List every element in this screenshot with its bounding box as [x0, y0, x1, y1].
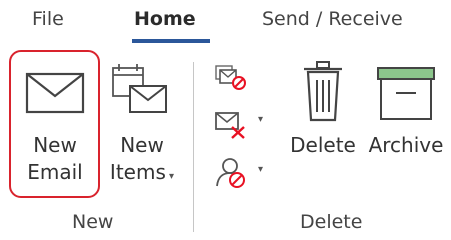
- tab-send-receive[interactable]: Send / Receive: [262, 6, 403, 32]
- new-items-button[interactable]: New Items ▾: [104, 56, 180, 194]
- delete-label: Delete: [290, 133, 356, 157]
- group-label-delete: Delete: [300, 211, 363, 233]
- tab-home[interactable]: Home: [134, 6, 196, 32]
- ignore-button[interactable]: [214, 64, 254, 94]
- clean-up-icon: [215, 112, 245, 139]
- archive-box-icon: [377, 67, 435, 120]
- new-email-highlight: [9, 50, 100, 198]
- chevron-down-icon: ▾: [258, 164, 264, 175]
- tab-file[interactable]: File: [32, 6, 64, 32]
- new-items-label-line2-wrap: Items ▾: [104, 160, 180, 189]
- group-label-new: New: [72, 211, 114, 233]
- active-tab-indicator: [132, 39, 210, 43]
- new-items-icon: [112, 64, 167, 113]
- chevron-down-icon: ▾: [258, 114, 264, 125]
- new-items-label-line2: Items: [109, 160, 166, 184]
- chevron-down-icon: ▾: [165, 171, 175, 182]
- archive-label: Archive: [368, 133, 444, 157]
- ignore-icon: [215, 65, 246, 90]
- junk-icon: [216, 158, 245, 188]
- trash-can-icon: [304, 61, 342, 122]
- delete-button[interactable]: Delete: [284, 56, 362, 166]
- archive-button[interactable]: Archive: [364, 56, 448, 166]
- group-separator: [193, 62, 194, 232]
- new-items-label-line1: New: [120, 133, 164, 157]
- clean-up-button[interactable]: ▾: [214, 110, 272, 140]
- junk-button[interactable]: ▾: [214, 156, 272, 190]
